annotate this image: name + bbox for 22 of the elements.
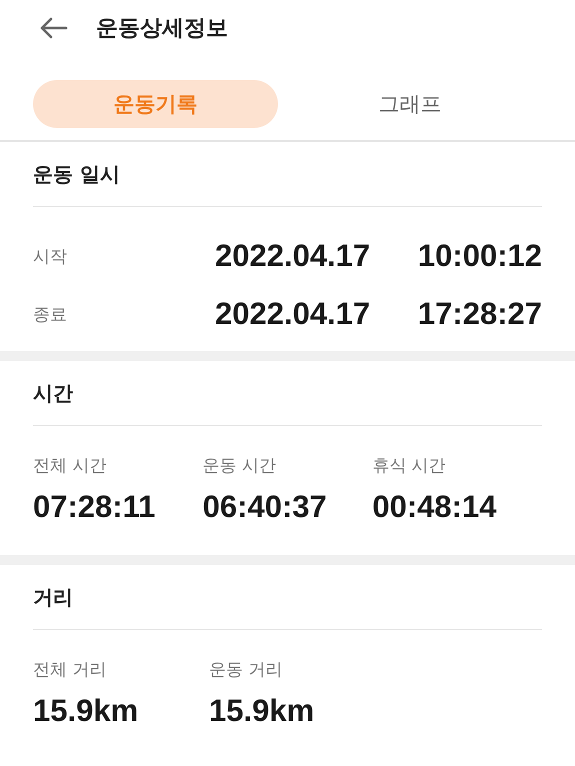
time-value: 17:28:27	[418, 296, 542, 332]
row-label: 시작	[33, 246, 68, 268]
time-value: 10:00:12	[418, 238, 542, 274]
stat-label: 휴식 시간	[372, 455, 447, 477]
stat-value: 15.9km	[33, 693, 140, 729]
stat-value: 15.9km	[209, 693, 316, 729]
stat-label: 전체 시간	[33, 455, 108, 477]
row-label: 종료	[33, 304, 68, 326]
section-title: 운동 일시	[33, 160, 121, 188]
stat-label: 운동 거리	[209, 659, 284, 681]
back-arrow-icon[interactable]	[38, 16, 68, 40]
section-title: 거리	[33, 584, 74, 610]
stat-value: 07:28:11	[33, 489, 156, 525]
date-value: 2022.04.17	[215, 296, 370, 332]
stat-value: 00:48:14	[372, 489, 498, 525]
date-value: 2022.04.17	[215, 238, 370, 274]
stat-label: 운동 시간	[202, 455, 278, 477]
page-title: 운동상세정보	[96, 15, 228, 43]
tab[interactable]: 그래프	[288, 80, 532, 128]
section-title: 시간	[33, 380, 74, 406]
stat-value: 06:40:37	[202, 489, 328, 525]
stat-label: 전체 거리	[33, 659, 108, 681]
